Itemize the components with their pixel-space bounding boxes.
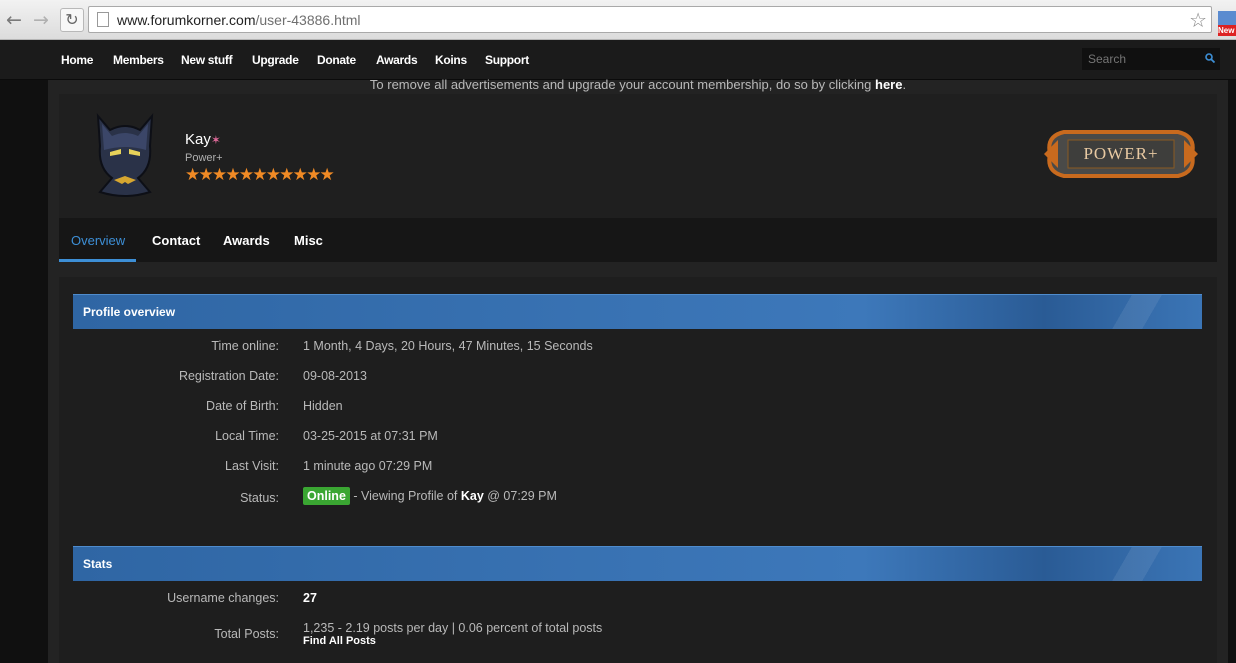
- nav-awards[interactable]: Awards: [376, 53, 418, 67]
- forward-arrow-icon[interactable]: →: [33, 10, 49, 30]
- status-activity-time: @ 07:29 PM: [483, 489, 557, 503]
- extension-new-badge: New: [1218, 25, 1236, 36]
- online-status-badge: Online: [303, 487, 350, 505]
- total-posts-label: Total Posts:: [214, 627, 279, 641]
- upgrade-notice: To remove all advertisements and upgrade…: [0, 77, 1236, 92]
- profile-tabs: Overview Contact Awards Misc: [59, 218, 1217, 262]
- avatar: [96, 113, 154, 197]
- star-icon: ★: [279, 165, 294, 185]
- total-posts-value: 1,235 - 2.19 posts per day | 0.06 percen…: [303, 621, 603, 635]
- star-icon: ★: [225, 165, 240, 185]
- upgrade-notice-end: .: [902, 77, 907, 92]
- username-changes-value: 27: [303, 591, 317, 605]
- url-path: /user-43886.html: [255, 12, 361, 28]
- date-of-birth-value: Hidden: [303, 399, 343, 413]
- page-icon: [97, 12, 109, 27]
- star-icon: ★: [252, 165, 267, 185]
- time-online-value: 1 Month, 4 Days, 20 Hours, 47 Minutes, 1…: [303, 339, 593, 353]
- tab-misc[interactable]: Misc: [294, 233, 323, 248]
- username-changes-label: Username changes:: [167, 591, 279, 605]
- username-text: Kay: [185, 131, 211, 148]
- status-activity-text: - Viewing Profile of: [349, 489, 461, 503]
- nav-home[interactable]: Home: [61, 53, 93, 67]
- back-arrow-icon[interactable]: ←: [6, 10, 22, 30]
- nav-upgrade[interactable]: Upgrade: [252, 53, 299, 67]
- active-tab-indicator: [59, 259, 136, 262]
- profile-usertitle: Power+: [185, 152, 223, 164]
- nav-donate[interactable]: Donate: [317, 53, 356, 67]
- site-navbar: Home Members New stuff Upgrade Donate Aw…: [0, 40, 1236, 80]
- reload-icon[interactable]: ↻: [60, 8, 84, 32]
- username-mark-icon: ✶: [210, 133, 221, 147]
- date-of-birth-label: Date of Birth:: [206, 399, 279, 413]
- tab-awards[interactable]: Awards: [223, 233, 270, 248]
- search-input[interactable]: [1082, 48, 1220, 70]
- upgrade-link[interactable]: here: [875, 77, 902, 92]
- url-host: www.forumkorner.com: [117, 12, 256, 28]
- nav-support[interactable]: Support: [485, 53, 529, 67]
- star-icon: ★: [306, 165, 321, 185]
- find-all-posts-link[interactable]: Find All Posts: [303, 635, 376, 647]
- status-value: Online - Viewing Profile of Kay @ 07:29 …: [303, 487, 557, 505]
- status-viewer-link[interactable]: Kay: [461, 489, 484, 503]
- star-icon: ★: [185, 165, 200, 185]
- nav-koins[interactable]: Koins: [435, 53, 467, 67]
- star-icon: ★: [198, 165, 213, 185]
- star-icon: ★: [265, 165, 281, 185]
- reputation-stars: ★★★★★★★★★★★: [185, 165, 335, 185]
- upgrade-notice-text: To remove all advertisements and upgrade…: [369, 77, 875, 92]
- tab-contact[interactable]: Contact: [152, 233, 200, 248]
- group-badge-label: POWER+: [1083, 144, 1159, 163]
- time-online-label: Time online:: [211, 339, 279, 353]
- star-icon: ★: [211, 165, 227, 185]
- url-text[interactable]: www.forumkorner.com/user-43886.html: [117, 12, 361, 28]
- profile-overview-header: Profile overview: [73, 294, 1202, 329]
- stats-header: Stats: [73, 546, 1202, 581]
- star-icon: ★: [319, 165, 335, 185]
- browser-toolbar: ← → ↻ www.forumkorner.com/user-43886.htm…: [0, 0, 1236, 40]
- search-icon[interactable]: [1205, 53, 1215, 63]
- bookmark-star-icon[interactable]: ☆: [1189, 8, 1207, 32]
- last-visit-value: 1 minute ago 07:29 PM: [303, 459, 433, 473]
- status-label: Status:: [240, 491, 279, 505]
- nav-members[interactable]: Members: [113, 53, 164, 67]
- last-visit-label: Last Visit:: [225, 459, 279, 473]
- star-icon: ★: [292, 165, 308, 185]
- local-time-label: Local Time:: [215, 429, 279, 443]
- address-bar[interactable]: www.forumkorner.com/user-43886.html ☆: [88, 6, 1212, 33]
- registration-date-label: Registration Date:: [178, 369, 279, 383]
- nav-new-stuff[interactable]: New stuff: [181, 53, 233, 67]
- registration-date-value: 09-08-2013: [303, 369, 367, 383]
- tab-overview[interactable]: Overview: [71, 233, 125, 248]
- profile-username: Kay✶: [185, 131, 221, 148]
- local-time-value: 03-25-2015 at 07:31 PM: [303, 429, 438, 443]
- star-icon: ★: [238, 165, 254, 185]
